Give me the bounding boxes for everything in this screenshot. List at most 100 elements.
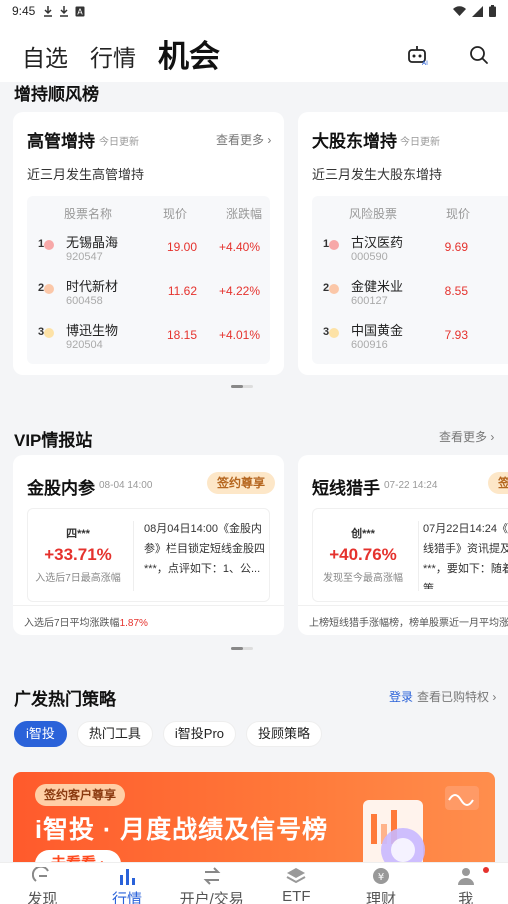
stock-price: 9.69 (444, 240, 468, 254)
chip-hot-tools[interactable]: 热门工具 (76, 721, 153, 747)
col-header-price: 现价 (446, 207, 471, 221)
nav-label: 行情 (112, 891, 143, 904)
tab-watchlist[interactable]: 自选 (22, 47, 68, 72)
carousel-indicator-active (231, 647, 243, 650)
divider (13, 605, 284, 606)
view-more-text: 查看更多 (216, 133, 265, 147)
stock-code: 600127 (351, 295, 388, 307)
vip-card-gold-stock[interactable]: 金股内参 08-04 14:00 签约尊享 四*** +33.71% 入选后7日… (13, 455, 284, 635)
stock-name[interactable]: 金健米业 (351, 276, 403, 295)
rank-badge: 1 (323, 238, 339, 252)
card-title: 高管增持 (27, 132, 95, 151)
coin-icon: ¥ (373, 868, 390, 884)
nav-etf[interactable]: ETF (254, 863, 339, 904)
nav-discover[interactable]: 发现 (0, 863, 85, 904)
exec-hold-card[interactable]: 高管增持 今日更新 查看更多 › 近三月发生高管增持 股票名称 现价 涨跌幅 1… (13, 112, 284, 375)
vip-stock-summary: 创*** +40.76% 发现至今最高涨幅 (313, 525, 413, 584)
vip-stock-pct: +33.71% (44, 545, 112, 564)
update-label: 今日更新 (400, 137, 440, 148)
vip-footer-label: 入选后7日平均涨跌幅 (24, 618, 120, 629)
rank-number: 2 (323, 282, 330, 294)
col-header-price: 现价 (163, 207, 188, 221)
nav-label: 我 (458, 891, 474, 904)
status-bar: 9:45 A (0, 0, 508, 22)
app-screen: 9:45 A 自选 行情 机会 AI 增持顺风榜 高管增持 今日更新 查看更多 … (0, 0, 508, 904)
vip-stock-pct: +40.76% (329, 545, 397, 564)
stock-name[interactable]: 中国黄金 (351, 320, 403, 339)
chip-i-invest[interactable]: i智投 (14, 721, 67, 747)
nav-me[interactable]: 我 (423, 863, 508, 904)
a-icon: A (75, 6, 85, 16)
notification-dot (483, 867, 490, 873)
rank-number: 1 (38, 238, 45, 250)
vip-stock-summary: 四*** +33.71% 入选后7日最高涨幅 (28, 525, 128, 584)
download-icon (44, 5, 53, 17)
card-subtitle: 近三月发生高管增持 (27, 167, 145, 182)
top-header: 自选 行情 机会 AI (0, 22, 508, 82)
search-icon[interactable] (468, 44, 490, 66)
transfer-icon (203, 867, 221, 885)
card-time: 08-04 14:00 (99, 480, 153, 491)
card-title: 金股内参 (27, 479, 95, 498)
nav-label: 开户/交易 (179, 891, 244, 904)
status-notification-icons: A (43, 5, 85, 17)
vip-stock-note: 发现至今最高涨幅 (323, 573, 403, 584)
nav-market[interactable]: 行情 (85, 863, 170, 904)
stock-name[interactable]: 博迅生物 (66, 320, 118, 339)
stock-name[interactable]: 古汉医药 (351, 232, 403, 251)
stock-change: +4.40% (218, 240, 260, 254)
col-header-change: 涨跌幅 (226, 207, 263, 221)
rank-badge: 3 (38, 326, 54, 340)
chip-i-invest-pro[interactable]: i智投Pro (162, 721, 237, 747)
chip-advisor-strategy[interactable]: 投顾策略 (246, 721, 323, 747)
strategy-section-title: 广发热门策略 (14, 690, 116, 709)
stock-table: 股票名称 现价 涨跌幅 1 无锡晶海 920547 19.00 +4.40% 2… (27, 196, 270, 364)
signal-icon (472, 5, 483, 17)
stock-price: 18.15 (166, 328, 197, 342)
discover-icon (32, 867, 50, 882)
vip-info-box: 四*** +33.71% 入选后7日最高涨幅 08月04日14:00《金股内参》… (27, 508, 270, 602)
col-header-name: 风险股票 (349, 207, 398, 221)
hold-section-title-text: 增持顺风榜 (14, 85, 99, 104)
stock-price: 11.62 (167, 284, 197, 298)
person-icon (457, 868, 474, 885)
vip-stock-name: 创*** (351, 528, 375, 540)
divider (298, 605, 508, 606)
vip-summary-text: 07月22日14:24《短线猎手》资讯提及创***，要如下：随着政策 (423, 523, 508, 589)
stock-price: 7.93 (444, 328, 468, 342)
vip-footer-value: 1.87% (119, 618, 148, 629)
nav-finance[interactable]: ¥ 理财 (339, 863, 424, 904)
nav-trade[interactable]: 开户/交易 (169, 863, 254, 904)
card-title: 短线猎手 (312, 479, 380, 498)
robot-ai-icon[interactable]: AI (406, 44, 428, 66)
vip-section-title-text: VIP情报站 (14, 431, 93, 450)
stock-name[interactable]: 无锡晶海 (66, 232, 118, 251)
vip-card-short-hunter[interactable]: 短线猎手 07-22 14:24 签 创*** +40.76% 发现至今最高涨幅… (298, 455, 508, 635)
nav-label: 发现 (27, 891, 58, 904)
tab-opportunity[interactable]: 机会 (158, 41, 220, 72)
view-more-link[interactable]: 查看更多 › (216, 131, 271, 148)
vip-section-title: VIP情报站 (14, 426, 93, 451)
login-link[interactable]: 登录 (389, 688, 413, 705)
download-icon (60, 5, 69, 17)
stock-change: +4.01% (218, 328, 260, 342)
stock-price: 19.00 (166, 240, 197, 254)
banner-tag: 签约客户尊享 (35, 784, 126, 806)
rank-number: 3 (323, 326, 330, 338)
major-holder-card[interactable]: 大股东增持 今日更新 近三月发生大股东增持 风险股票 现价 1 古汉医药 000… (298, 112, 508, 375)
purchased-rights-text: 查看已购特权 (417, 690, 490, 704)
svg-text:¥: ¥ (378, 872, 384, 883)
stock-name[interactable]: 时代新材 (66, 276, 118, 295)
banner-illustration-icon (363, 786, 479, 862)
promo-banner[interactable]: 签约客户尊享 i智投 · 月度战绩及信号榜 去看看 › (13, 772, 495, 862)
card-title: 大股东增持 (312, 132, 397, 151)
banner-go-button[interactable]: 去看看 › (35, 850, 122, 862)
rank-badge: 1 (38, 238, 54, 252)
divider (418, 521, 419, 591)
tab-market[interactable]: 行情 (90, 47, 136, 72)
vip-view-more-link[interactable]: 查看更多 › (439, 428, 494, 445)
vip-badge: 签 (488, 472, 508, 494)
vip-badge: 签约尊享 (207, 472, 276, 494)
svg-text:AI: AI (422, 60, 428, 66)
purchased-rights-link[interactable]: 查看已购特权 › (417, 688, 496, 705)
